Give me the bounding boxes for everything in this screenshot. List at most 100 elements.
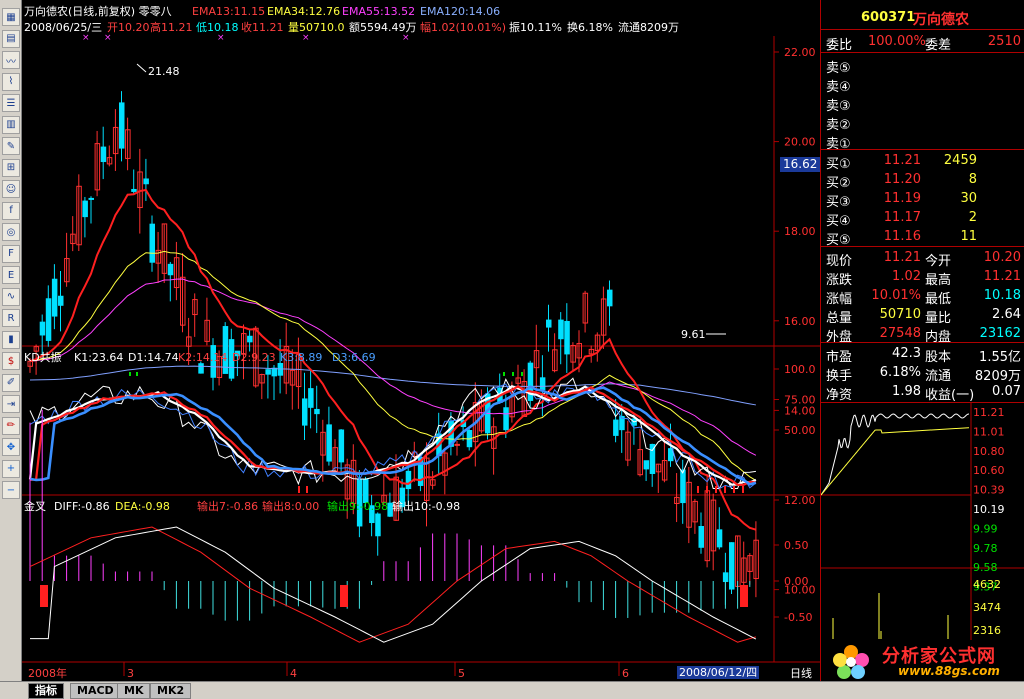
candle-body <box>326 424 332 462</box>
bar-icon[interactable]: ▮ <box>2 330 20 349</box>
report-icon[interactable]: ▥ <box>2 115 20 134</box>
buy-price: 11.16 <box>883 229 921 244</box>
period-label: 日线 <box>790 667 812 680</box>
kd-signal-red <box>697 486 699 493</box>
ring-icon[interactable]: ◎ <box>2 223 20 241</box>
candle-body <box>546 319 552 328</box>
stat-value: 10.20 <box>983 250 1021 265</box>
ema34-line <box>29 250 757 481</box>
sell-row: 卖④ <box>821 74 1024 95</box>
fund-row: 净资 1.98 收益(一) 0.07 <box>821 382 1024 403</box>
kd-d3-line <box>29 385 757 486</box>
minute-chart-icon[interactable]: ⌇ <box>2 72 20 91</box>
tab-mk2[interactable]: MK2 <box>150 683 192 699</box>
sell-row: 卖② <box>821 112 1024 133</box>
sell-row: 卖③ <box>821 93 1024 114</box>
fund-label: 净资 <box>826 388 853 403</box>
kline-chart[interactable]: 22.0020.0018.0016.0014.0012.0010.0021.48… <box>22 0 820 681</box>
kd-k3: K3:8.89 <box>280 351 323 364</box>
ratio-label: 委比 <box>826 38 853 53</box>
macd-signal-bar <box>40 585 48 607</box>
ema13-label: EMA13:11.15 <box>192 5 266 18</box>
pencil-link-icon[interactable]: ✐ <box>2 373 20 392</box>
tab-indicator[interactable]: 指标 <box>28 683 64 699</box>
buy-volume: 30 <box>960 191 977 206</box>
mini-price-tick: 10.80 <box>973 445 1005 458</box>
macd-out9: 输出9:-0.98 <box>327 500 389 513</box>
kd-signal-green <box>512 372 514 376</box>
candle-body <box>45 298 52 341</box>
close-label: 收11.21 <box>241 21 284 34</box>
zoom-out-icon[interactable]: − <box>2 481 20 499</box>
stock-name: 万向德农 <box>913 12 969 28</box>
price-tick-label: 18.00 <box>784 225 816 238</box>
calc-icon[interactable]: ⊞ <box>2 158 20 177</box>
macd-signal-bar <box>740 585 748 607</box>
tab-macd[interactable]: MACD <box>70 683 121 699</box>
f10-icon[interactable]: F <box>2 244 20 263</box>
macd-tick-label: -0.50 <box>784 611 812 624</box>
candle-body <box>405 470 412 490</box>
kd-signal-red <box>715 486 717 493</box>
buy-row: 买③ 11.19 30 <box>821 189 1024 210</box>
kd-d3: D3:6.69 <box>332 351 376 364</box>
people-icon[interactable]: ☺ <box>2 180 20 198</box>
macd-diff: DIFF:-0.86 <box>54 500 110 513</box>
buy-volume: 11 <box>960 229 977 244</box>
candle-body <box>698 526 704 548</box>
candle-body <box>88 197 94 200</box>
table-icon[interactable]: ▦ <box>2 8 20 26</box>
fund-label: 收益(一) <box>925 388 975 403</box>
ema34-label: EMA34:12.76 <box>267 5 341 18</box>
change-label: 幅1.02(10.01%) <box>420 21 507 34</box>
fund-icon[interactable]: f <box>2 201 20 220</box>
list-icon[interactable]: ☰ <box>2 94 20 112</box>
price-tick-label: 22.00 <box>784 46 816 59</box>
kd-d2: D2:9.23 <box>232 351 276 364</box>
pen-icon[interactable]: ✏ <box>2 416 20 435</box>
move-icon[interactable]: ✥ <box>2 438 20 456</box>
stat-value: 10.01% <box>871 288 921 303</box>
ratio-value: 100.00% <box>868 34 926 49</box>
signal-marker: × <box>82 33 90 43</box>
etf-icon[interactable]: E <box>2 266 20 284</box>
grid-icon[interactable]: ▤ <box>2 29 20 48</box>
intraday-mini-chart[interactable]: 11.21 11.01 10.80 10.60 10.39 10.19 9.99 9.78 9.… <box>821 403 1024 643</box>
candle-body <box>716 529 723 548</box>
line-chart-icon[interactable]: 〰 <box>2 51 20 69</box>
quote-header: 600371 万向德农 <box>821 8 1024 28</box>
chart-area[interactable]: 22.00 20.00 18.00 16.00 14.00 12.00 10.00 21.48… <box>22 0 821 681</box>
candle-body <box>564 320 570 355</box>
candle-body <box>539 377 546 391</box>
fund-value: 0.07 <box>992 384 1021 399</box>
signal-marker: × <box>217 33 225 43</box>
logo-url: www.88gs.com <box>898 664 1000 678</box>
signal-marker: × <box>402 33 410 43</box>
mini-price-tick: 9.78 <box>973 542 998 555</box>
kd-signal-green <box>129 372 131 376</box>
order-ratio-row: 委比 100.00% 委差 2510 <box>821 32 1024 53</box>
price-tick-label: 16.00 <box>784 315 816 328</box>
annotation-high-arrow <box>136 63 147 73</box>
zoom-in-icon[interactable]: + <box>2 459 20 478</box>
divider <box>821 52 1024 53</box>
exit-icon[interactable]: ⇥ <box>2 395 20 413</box>
stat-value: 11.21 <box>983 269 1021 284</box>
stat-row: 现价 11.21 今开 10.20 <box>821 248 1024 269</box>
news-icon[interactable]: ✎ <box>2 137 20 155</box>
tab-mk[interactable]: MK <box>117 683 151 699</box>
stat-value: 2.64 <box>992 307 1021 322</box>
kd-signal-red <box>724 486 726 493</box>
mini-price-tick: 9.99 <box>973 522 998 535</box>
money-icon[interactable]: $ <box>2 352 20 370</box>
volume-label: 量50710.0 <box>288 21 345 34</box>
stock-code: 600371 <box>861 10 916 25</box>
macd-out8: 输出8:0.00 <box>262 500 320 513</box>
mini-price-tick: 11.01 <box>973 425 1005 438</box>
candle-body <box>314 408 320 415</box>
kd-signal-red <box>742 486 744 493</box>
rsi-icon[interactable]: R <box>2 309 20 327</box>
wave-icon[interactable]: ∿ <box>2 287 20 306</box>
macd-signal-bar <box>340 585 348 607</box>
fund-value: 1.98 <box>892 384 921 399</box>
